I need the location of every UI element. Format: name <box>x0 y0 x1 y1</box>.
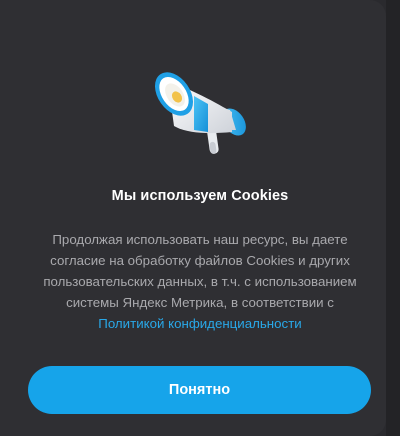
privacy-policy-link[interactable]: Политикой конфиденциальности <box>98 316 301 331</box>
cookie-consent-dialog: Мы используем Cookies Продолжая использо… <box>0 0 386 436</box>
dialog-title: Мы используем Cookies <box>111 188 289 204</box>
consent-text-line: системы Яндекс Метрика, в соответствии с <box>66 295 334 310</box>
background-edge <box>386 0 400 436</box>
consent-text-line: пользовательских данных, в т.ч. с исполь… <box>43 274 357 289</box>
consent-text-line: Продолжая использовать наш ресурс, вы да… <box>52 232 348 247</box>
megaphone-icon <box>148 52 258 162</box>
consent-text: Продолжая использовать наш ресурс, вы да… <box>30 229 370 334</box>
consent-text-line: согласие на обработку файлов Cookies и д… <box>50 253 350 268</box>
accept-button[interactable]: Понятно <box>28 366 371 414</box>
